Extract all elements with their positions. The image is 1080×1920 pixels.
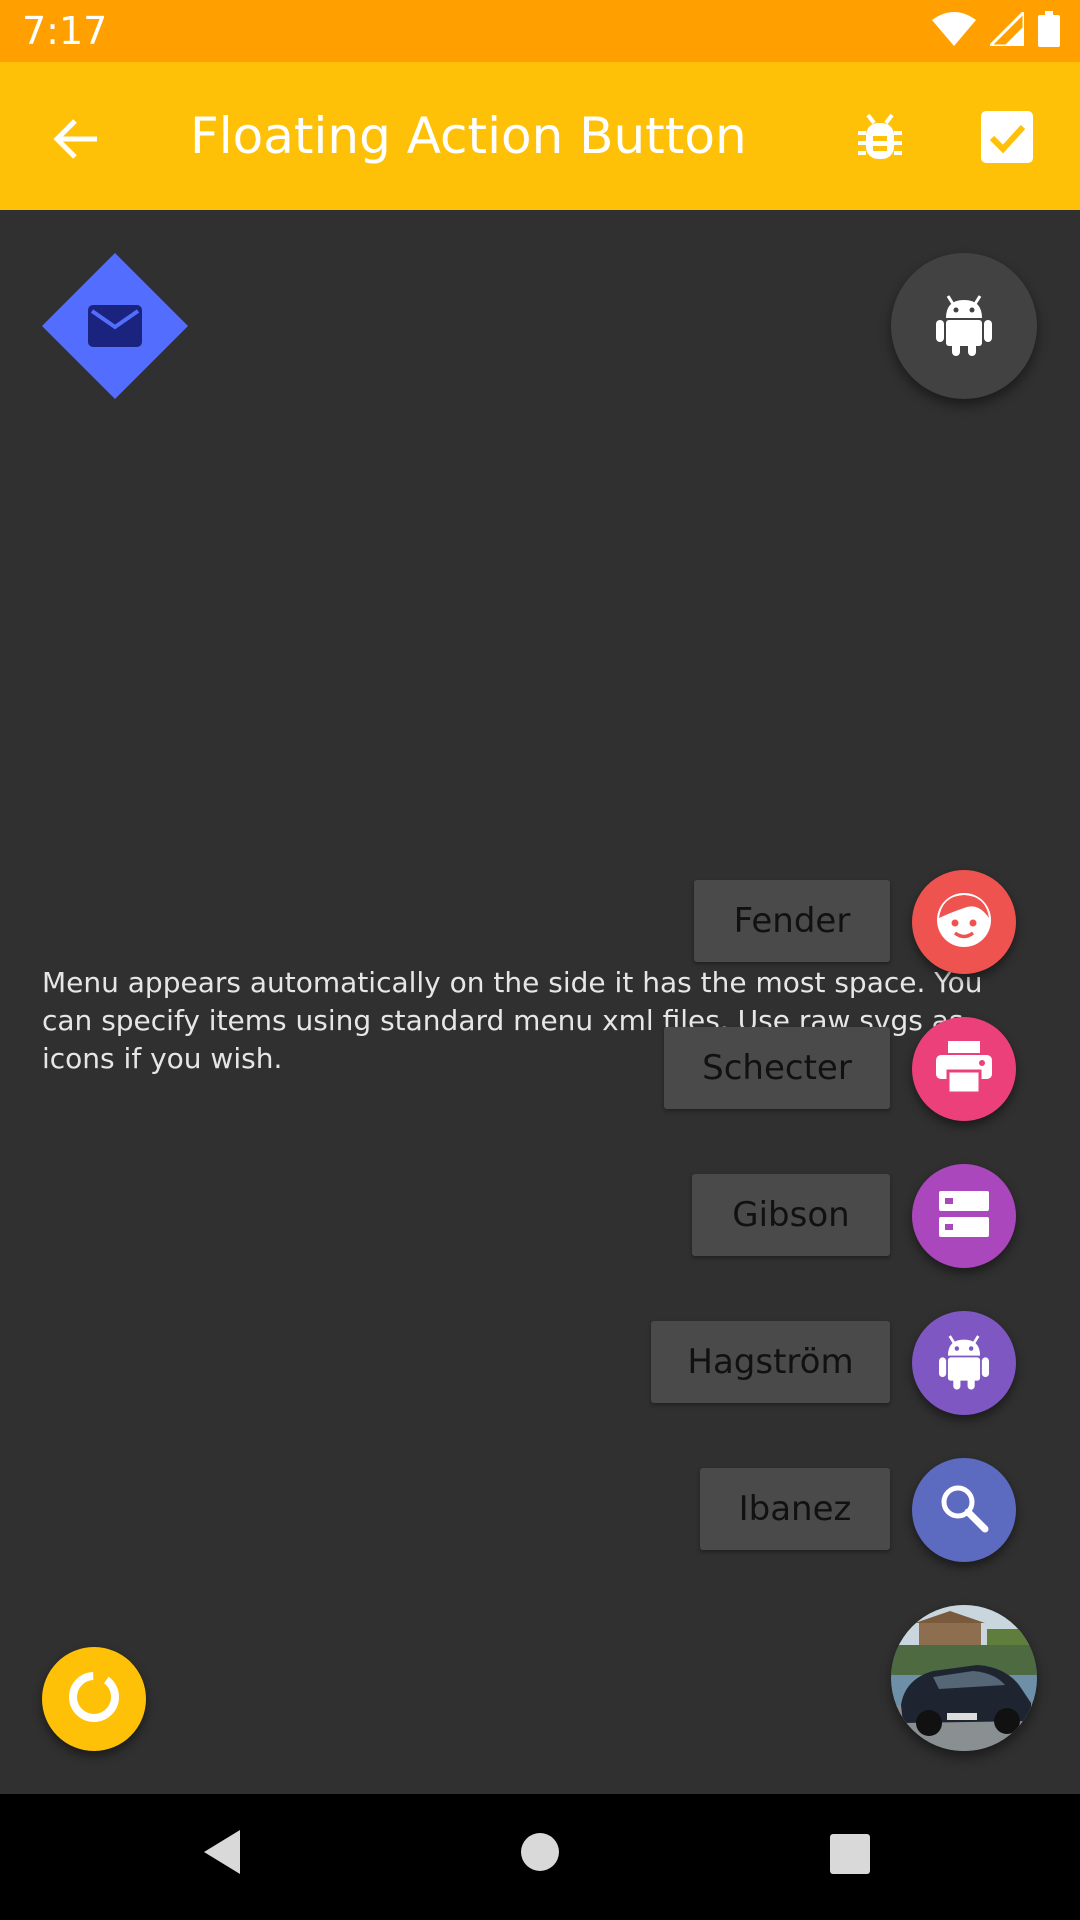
menu-fab-hagstrom[interactable]	[912, 1311, 1016, 1415]
page-title: Floating Action Button	[190, 107, 747, 165]
nav-home-icon[interactable]	[520, 1832, 560, 1876]
android-icon	[936, 292, 992, 360]
wifi-icon	[932, 12, 976, 50]
done-button[interactable]	[972, 104, 1042, 174]
checkbox-icon	[981, 111, 1033, 167]
android-fab[interactable]	[891, 253, 1037, 399]
status-bar: 7:17	[0, 0, 1080, 62]
storage-icon	[939, 1191, 989, 1241]
printer-icon	[936, 1041, 992, 1097]
menu-label-hagstrom[interactable]: Hagström	[651, 1321, 890, 1403]
arrow-back-icon	[51, 117, 99, 165]
back-button[interactable]	[40, 106, 110, 176]
status-time: 7:17	[22, 9, 108, 53]
mail-icon	[88, 305, 142, 347]
app-bar: Floating Action Button	[0, 62, 1080, 210]
speed-dial-main-fab[interactable]	[891, 1605, 1037, 1751]
loading-fab[interactable]	[42, 1647, 146, 1751]
menu-label-schecter[interactable]: Schecter	[664, 1027, 890, 1109]
bug-report-button[interactable]	[848, 106, 912, 170]
menu-fab-gibson[interactable]	[912, 1164, 1016, 1268]
menu-fab-schecter[interactable]	[912, 1017, 1016, 1121]
menu-fab-ibanez[interactable]	[912, 1458, 1016, 1562]
car-photo	[891, 1605, 1037, 1751]
face-icon	[934, 890, 994, 954]
android-icon	[939, 1332, 989, 1394]
menu-label-fender[interactable]: Fender	[694, 880, 890, 962]
nav-back-icon[interactable]	[200, 1827, 244, 1881]
mail-fab[interactable]	[42, 253, 188, 399]
menu-fab-fender[interactable]	[912, 870, 1016, 974]
system-nav-bar	[0, 1794, 1080, 1920]
search-icon	[939, 1483, 989, 1537]
menu-label-ibanez[interactable]: Ibanez	[700, 1468, 890, 1550]
cell-signal-icon	[986, 8, 1026, 50]
status-icons	[932, 8, 1060, 51]
menu-label-gibson[interactable]: Gibson	[692, 1174, 890, 1256]
nav-recents-icon[interactable]	[830, 1834, 870, 1878]
battery-icon	[1038, 11, 1060, 51]
progress-ring-icon	[66, 1669, 122, 1729]
bug-icon	[856, 111, 904, 165]
